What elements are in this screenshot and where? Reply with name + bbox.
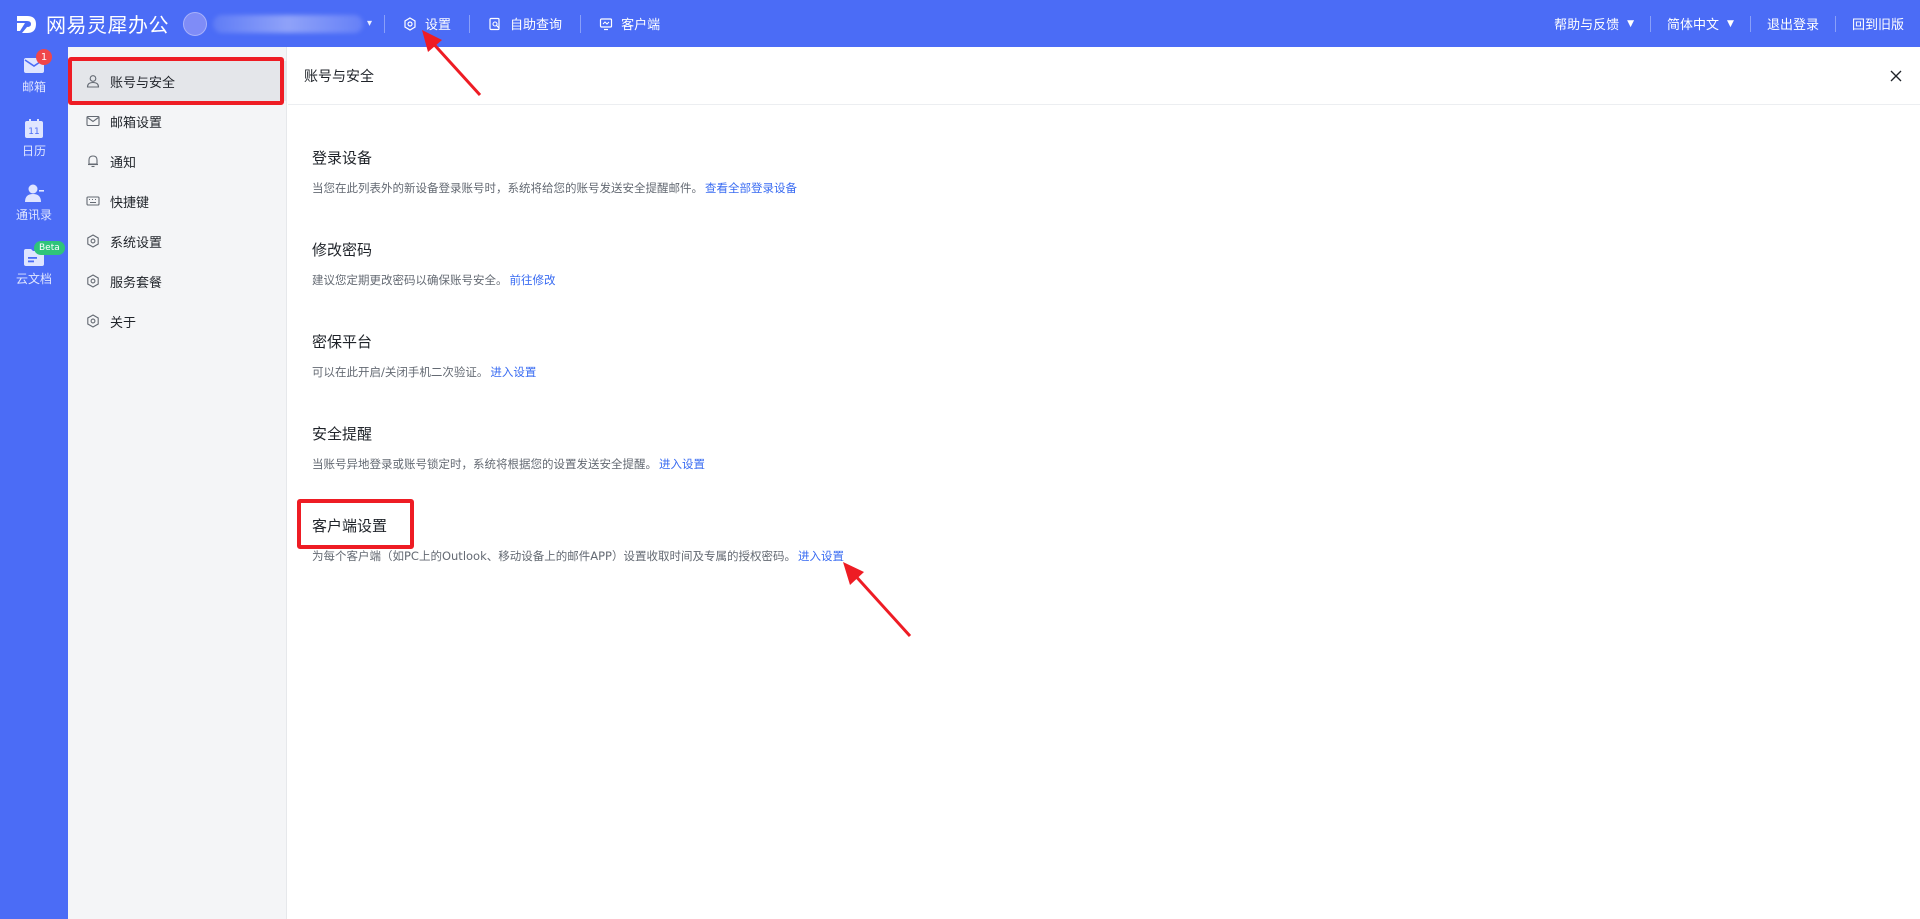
close-button[interactable] — [1886, 66, 1906, 86]
change-password-link[interactable]: 前往修改 — [510, 273, 556, 287]
rail-label: 日历 — [21, 144, 46, 158]
caret-down-icon: ▼ — [1727, 18, 1734, 29]
unread-badge: 1 — [36, 49, 52, 65]
sidebar-item-service-plan[interactable]: 服务套餐 — [68, 261, 287, 301]
client-settings-link[interactable]: 进入设置 — [798, 549, 844, 563]
settings-sidebar: 账号与安全 邮箱设置 通知 快捷键 系统设置 服务套餐 关于 — [68, 47, 287, 919]
main-header: 账号与安全 — [288, 47, 1920, 105]
sidebar-item-about[interactable]: 关于 — [68, 301, 287, 341]
sidebar-item-shortcuts[interactable]: 快捷键 — [68, 181, 287, 221]
sidebar-item-system-settings[interactable]: 系统设置 — [68, 221, 287, 261]
nav-self-query[interactable]: 自助查询 — [482, 0, 568, 47]
sidebar-item-label: 邮箱设置 — [110, 115, 163, 131]
sidebar-item-label: 服务套餐 — [110, 275, 163, 291]
sidebar-item-label: 快捷键 — [110, 195, 150, 211]
top-bar: 网易灵犀办公 ▾ 设置 自助查询 客户端 帮助与反馈 ▼ 简体中文 ▼ 退出登录… — [0, 0, 1920, 47]
section-desc-text: 建议您定期更改密码以确保账号安全。 — [312, 273, 508, 287]
section-desc-text: 当您在此列表外的新设备登录账号时，系统将给您的账号发送安全提醒邮件。 — [312, 181, 703, 195]
mail-outline-icon — [86, 115, 100, 127]
nav-client-label: 客户端 — [621, 18, 661, 33]
nav-self-query-label: 自助查询 — [510, 18, 563, 33]
section-title: 安全提醒 — [312, 425, 373, 443]
section-desc-text: 当账号异地登录或账号锁定时，系统将根据您的设置发送安全提醒。 — [312, 457, 657, 471]
bell-icon — [88, 155, 98, 168]
nav-client[interactable]: 客户端 — [593, 0, 666, 47]
gear-icon — [404, 16, 416, 31]
security-alerts-settings-link[interactable]: 进入设置 — [659, 457, 705, 471]
caret-down-icon: ▼ — [1627, 18, 1635, 29]
security-platform-settings-link[interactable]: 进入设置 — [490, 365, 536, 379]
view-all-devices-link[interactable]: 查看全部登录设备 — [705, 181, 797, 195]
rail-item-cloud-doc[interactable]: Beta 云文档 — [0, 241, 68, 287]
divider — [469, 14, 471, 33]
section-desc-text: 为每个客户端（如PC上的Outlook、移动设备上的邮件APP）设置收取时间及专… — [312, 549, 796, 563]
sidebar-item-mailbox-settings[interactable]: 邮箱设置 — [68, 101, 287, 141]
help-feedback-label: 帮助与反馈 — [1554, 18, 1620, 33]
close-icon — [1890, 70, 1902, 82]
section-title: 登录设备 — [312, 149, 373, 167]
old-version-label: 回到旧版 — [1851, 18, 1904, 33]
section-login-devices: 登录设备 当您在此列表外的新设备登录账号时，系统将给您的账号发送安全提醒邮件。查… — [312, 147, 797, 196]
rail-item-contacts[interactable]: 通讯录 — [0, 183, 68, 223]
calendar-icon: 11 — [25, 119, 43, 138]
divider — [580, 14, 582, 33]
section-desc: 当账号异地登录或账号锁定时，系统将根据您的设置发送安全提醒。 进入设置 — [312, 456, 705, 472]
sidebar-item-notifications[interactable]: 通知 — [68, 141, 287, 181]
nav-settings[interactable]: 设置 — [397, 0, 457, 47]
brand-name: 网易灵犀办公 — [46, 13, 169, 37]
beta-tag: Beta — [34, 241, 65, 255]
rail-item-mail[interactable]: 1 邮箱 — [0, 49, 68, 95]
section-desc: 可以在此开启/关闭手机二次验证。 进入设置 — [312, 364, 536, 380]
rail-item-calendar[interactable]: 11 日历 — [0, 119, 68, 159]
section-change-password: 修改密码 建议您定期更改密码以确保账号安全。 前往修改 — [312, 239, 556, 288]
section-title: 密保平台 — [312, 333, 373, 351]
help-feedback-menu[interactable]: 帮助与反馈 ▼ — [1538, 14, 1650, 33]
account-switcher[interactable]: ▾ — [183, 0, 372, 47]
keyboard-icon — [86, 196, 100, 206]
section-title: 修改密码 — [312, 241, 373, 259]
calendar-day: 11 — [28, 127, 39, 137]
section-security-platform: 密保平台 可以在此开启/关闭手机二次验证。 进入设置 — [312, 331, 536, 380]
hex-gear-icon — [87, 234, 99, 248]
logout-button[interactable]: 退出登录 — [1751, 14, 1835, 33]
rail-label: 云文档 — [15, 272, 52, 286]
search-doc-icon — [489, 17, 500, 30]
logout-label: 退出登录 — [1766, 18, 1819, 33]
section-title: 客户端设置 — [312, 517, 388, 535]
language-label: 简体中文 — [1667, 18, 1720, 33]
section-desc: 建议您定期更改密码以确保账号安全。 前往修改 — [312, 272, 556, 288]
contacts-icon — [25, 184, 44, 202]
monitor-icon — [599, 17, 613, 30]
hex-gear-icon — [87, 274, 99, 288]
language-menu[interactable]: 简体中文 ▼ — [1651, 14, 1750, 33]
section-security-alerts: 安全提醒 当账号异地登录或账号锁定时，系统将根据您的设置发送安全提醒。 进入设置 — [312, 423, 705, 472]
main-panel: 账号与安全 登录设备 当您在此列表外的新设备登录账号时，系统将给您的账号发送安全… — [288, 47, 1920, 919]
old-version-button[interactable]: 回到旧版 — [1836, 14, 1920, 33]
section-desc: 当您在此列表外的新设备登录账号时，系统将给您的账号发送安全提醒邮件。 查看全部登录… — [312, 180, 797, 196]
sidebar-item-label: 通知 — [110, 155, 137, 171]
sidebar-item-account-security[interactable]: 账号与安全 — [68, 61, 287, 101]
chevron-down-icon: ▾ — [367, 18, 373, 29]
rail-label: 通讯录 — [15, 208, 52, 222]
user-icon — [86, 75, 100, 88]
rail-label: 邮箱 — [21, 80, 46, 94]
page-title: 账号与安全 — [304, 68, 374, 85]
section-client-settings: 客户端设置 为每个客户端（如PC上的Outlook、移动设备上的邮件APP）设置… — [312, 515, 844, 564]
section-desc: 为每个客户端（如PC上的Outlook、移动设备上的邮件APP）设置收取时间及专… — [312, 548, 844, 564]
divider — [384, 14, 386, 33]
topbar-right: 帮助与反馈 ▼ 简体中文 ▼ 退出登录 回到旧版 — [1538, 0, 1920, 47]
nav-settings-label: 设置 — [425, 18, 452, 33]
section-desc-text: 可以在此开启/关闭手机二次验证。 — [312, 365, 489, 379]
app-rail: 1 邮箱 11 日历 通讯录 Beta 云文档 — [0, 47, 68, 919]
sidebar-item-label: 系统设置 — [110, 235, 163, 251]
sidebar-item-label: 关于 — [110, 315, 137, 331]
account-name-redacted — [213, 14, 363, 33]
sidebar-item-label: 账号与安全 — [110, 75, 176, 91]
avatar — [183, 11, 207, 36]
hex-gear-icon — [87, 314, 99, 328]
brand[interactable]: 网易灵犀办公 — [14, 0, 169, 47]
brand-logo-icon — [17, 15, 36, 33]
